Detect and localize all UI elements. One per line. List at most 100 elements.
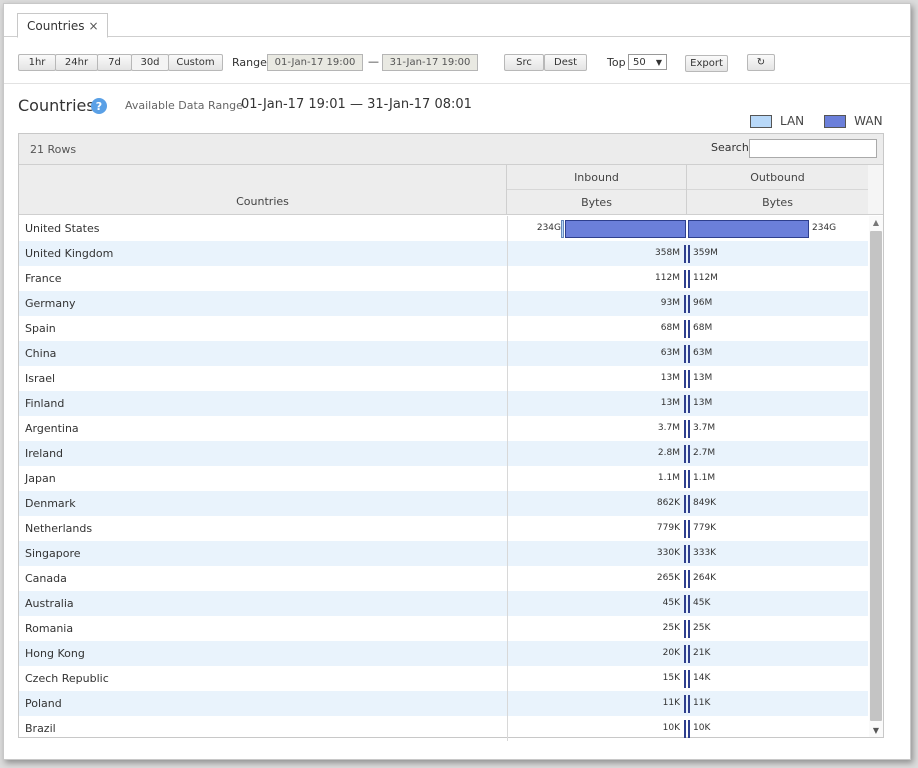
- tab-label: Countries: [27, 18, 85, 33]
- column-divider: [507, 666, 508, 691]
- table-row[interactable]: France 112M 112M: [19, 266, 868, 291]
- outbound-wan-bar[interactable]: [688, 345, 690, 363]
- inbound-wan-bar[interactable]: [684, 645, 686, 663]
- outbound-value: 13M: [693, 398, 713, 408]
- outbound-wan-bar[interactable]: [688, 295, 690, 313]
- inbound-wan-bar[interactable]: [684, 720, 686, 738]
- outbound-wan-bar[interactable]: [688, 270, 690, 288]
- tab-close-icon[interactable]: ×: [89, 19, 99, 33]
- table-row[interactable]: United Kingdom 358M 359M: [19, 241, 868, 266]
- inbound-wan-bar[interactable]: [684, 445, 686, 463]
- outbound-wan-bar[interactable]: [688, 520, 690, 538]
- export-button[interactable]: Export: [685, 55, 728, 72]
- time-30d-button[interactable]: 30d: [131, 54, 169, 71]
- help-icon[interactable]: ?: [91, 98, 107, 114]
- table-row[interactable]: Ireland 2.8M 2.7M: [19, 441, 868, 466]
- table-row[interactable]: Hong Kong 20K 21K: [19, 641, 868, 666]
- outbound-value: 333K: [693, 548, 717, 558]
- table-row[interactable]: Denmark 862K 849K: [19, 491, 868, 516]
- inbound-wan-bar[interactable]: [684, 570, 686, 588]
- inbound-wan-bar[interactable]: [684, 670, 686, 688]
- inbound-value: 63M: [660, 348, 680, 358]
- scroll-up-icon[interactable]: ▲: [869, 216, 883, 229]
- lan-swatch: [750, 114, 772, 128]
- scroll-down-icon[interactable]: ▼: [869, 724, 883, 737]
- table-row[interactable]: Singapore 330K 333K: [19, 541, 868, 566]
- tab-countries[interactable]: Countries ×: [17, 13, 108, 38]
- inbound-value: 265K: [656, 573, 680, 583]
- inbound-wan-bar[interactable]: [684, 595, 686, 613]
- dest-button[interactable]: Dest: [544, 54, 587, 71]
- outbound-wan-bar[interactable]: [688, 370, 690, 388]
- table-row[interactable]: Australia 45K 45K: [19, 591, 868, 616]
- outbound-wan-bar[interactable]: [688, 545, 690, 563]
- outbound-wan-bar[interactable]: [688, 620, 690, 638]
- table-row[interactable]: Czech Republic 15K 14K: [19, 666, 868, 691]
- outbound-wan-bar[interactable]: [688, 445, 690, 463]
- country-cell: Israel: [25, 372, 56, 385]
- outbound-value: 25K: [693, 623, 711, 633]
- inbound-wan-bar[interactable]: [684, 495, 686, 513]
- outbound-wan-bar[interactable]: [688, 245, 690, 263]
- range-start-input[interactable]: 01-Jan-17 19:00: [267, 54, 363, 71]
- outbound-value: 21K: [693, 648, 711, 658]
- inbound-wan-bar[interactable]: [684, 320, 686, 338]
- outbound-wan-bar[interactable]: [688, 495, 690, 513]
- vertical-scrollbar[interactable]: ▲ ▼: [869, 216, 883, 737]
- outbound-wan-bar[interactable]: [688, 645, 690, 663]
- search-input[interactable]: [749, 139, 877, 158]
- refresh-icon[interactable]: ↻: [747, 54, 775, 71]
- country-cell: Brazil: [25, 722, 56, 735]
- column-header-outbound[interactable]: Outbound Bytes: [687, 165, 868, 215]
- outbound-wan-bar[interactable]: [688, 320, 690, 338]
- outbound-wan-bar[interactable]: [688, 570, 690, 588]
- table-row[interactable]: Spain 68M 68M: [19, 316, 868, 341]
- inbound-wan-bar[interactable]: [684, 370, 686, 388]
- outbound-wan-bar[interactable]: [688, 695, 690, 713]
- time-24hr-button[interactable]: 24hr: [55, 54, 98, 71]
- inbound-wan-bar[interactable]: [684, 270, 686, 288]
- outbound-wan-bar[interactable]: [688, 395, 690, 413]
- time-1hr-button[interactable]: 1hr: [18, 54, 56, 71]
- scroll-thumb[interactable]: [870, 231, 882, 721]
- inbound-value: 2.8M: [657, 448, 680, 458]
- inbound-wan-bar[interactable]: [684, 245, 686, 263]
- inbound-wan-bar[interactable]: [684, 345, 686, 363]
- column-header-countries[interactable]: Countries: [19, 165, 507, 215]
- inbound-wan-bar[interactable]: [684, 545, 686, 563]
- inbound-wan-bar[interactable]: [684, 620, 686, 638]
- range-end-input[interactable]: 31-Jan-17 19:00: [382, 54, 478, 71]
- time-7d-button[interactable]: 7d: [97, 54, 132, 71]
- inbound-wan-bar[interactable]: [684, 395, 686, 413]
- table-row[interactable]: Germany 93M 96M: [19, 291, 868, 316]
- outbound-wan-bar[interactable]: [688, 470, 690, 488]
- table-row[interactable]: Finland 13M 13M: [19, 391, 868, 416]
- outbound-wan-bar[interactable]: [688, 670, 690, 688]
- outbound-wan-bar[interactable]: [688, 420, 690, 438]
- table-row[interactable]: Brazil 10K 10K: [19, 716, 868, 741]
- table-row[interactable]: Japan 1.1M 1.1M: [19, 466, 868, 491]
- table-row[interactable]: Netherlands 779K 779K: [19, 516, 868, 541]
- inbound-wan-bar[interactable]: [684, 695, 686, 713]
- inbound-wan-bar[interactable]: [684, 420, 686, 438]
- table-row[interactable]: Canada 265K 264K: [19, 566, 868, 591]
- inbound-wan-bar[interactable]: [684, 295, 686, 313]
- table-row[interactable]: Poland 11K 11K: [19, 691, 868, 716]
- table-row[interactable]: Romania 25K 25K: [19, 616, 868, 641]
- table-row[interactable]: Israel 13M 13M: [19, 366, 868, 391]
- chevron-down-icon: ▼: [655, 57, 662, 67]
- inbound-wan-bar[interactable]: [684, 470, 686, 488]
- column-header-inbound[interactable]: Inbound Bytes: [507, 165, 687, 215]
- outbound-wan-bar[interactable]: [688, 220, 809, 238]
- src-button[interactable]: Src: [504, 54, 544, 71]
- inbound-wan-bar[interactable]: [565, 220, 686, 238]
- outbound-wan-bar[interactable]: [688, 720, 690, 738]
- top-select[interactable]: 50 ▼: [628, 54, 667, 70]
- time-custom-button[interactable]: Custom: [168, 54, 223, 71]
- outbound-value: 779K: [693, 523, 717, 533]
- inbound-wan-bar[interactable]: [684, 520, 686, 538]
- table-row[interactable]: China 63M 63M: [19, 341, 868, 366]
- outbound-wan-bar[interactable]: [688, 595, 690, 613]
- table-row[interactable]: United States 234G 234G: [19, 216, 868, 241]
- table-row[interactable]: Argentina 3.7M 3.7M: [19, 416, 868, 441]
